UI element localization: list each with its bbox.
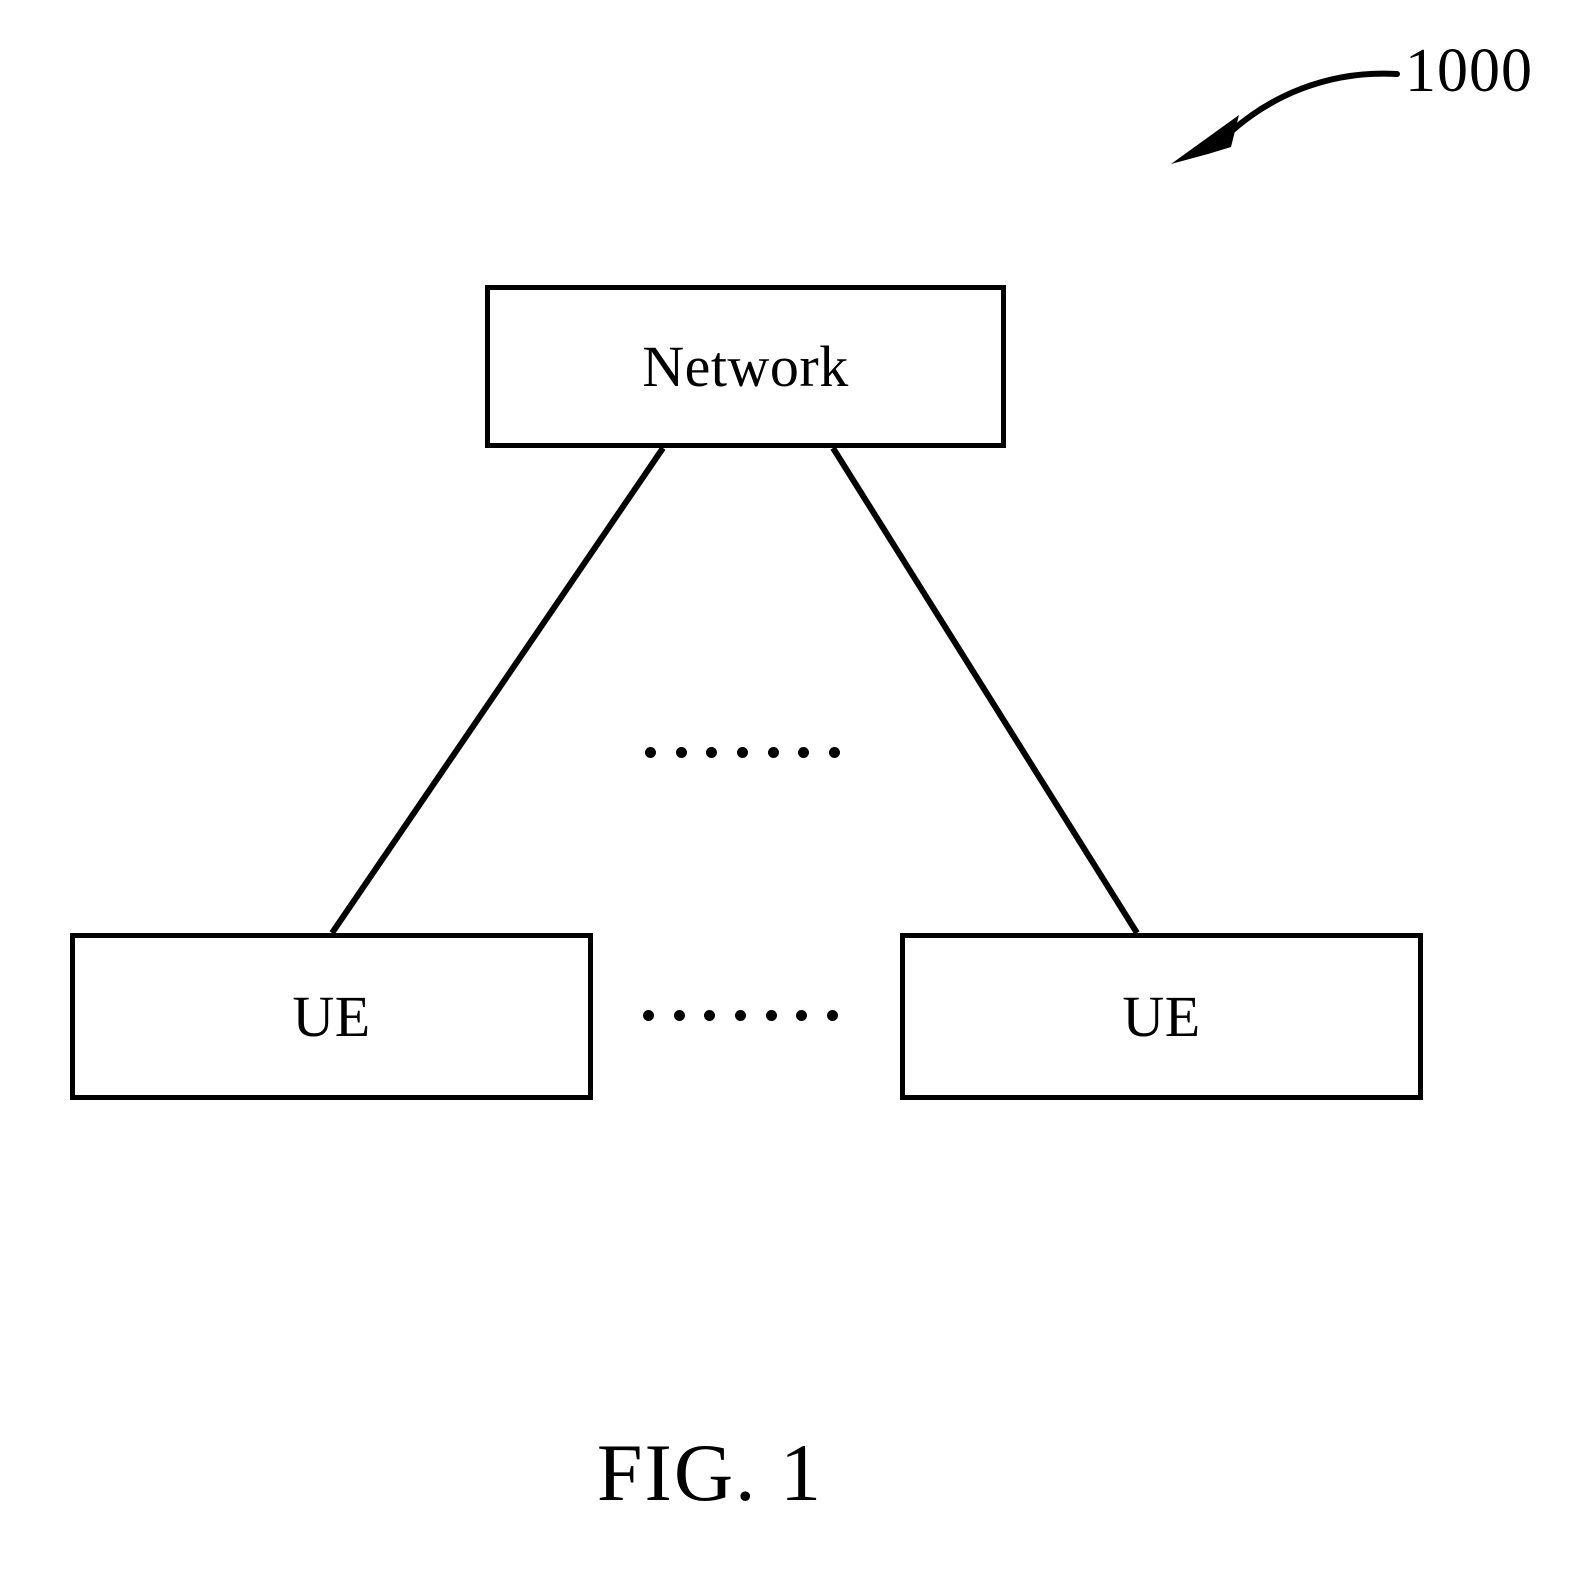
ellipsis-dot [706,746,718,758]
ue-left-node: UE [70,933,593,1100]
network-node-label: Network [642,333,849,399]
ellipsis-dot [826,1009,838,1021]
ellipsis-lower [643,1008,838,1022]
patent-figure: Network UE UE 1000 FIG. 1 [0,0,1596,1590]
ue-left-node-label: UE [292,983,371,1049]
ellipsis-dot [828,746,840,758]
ellipsis-dot [673,1009,685,1021]
ue-right-node-label: UE [1122,983,1201,1049]
ellipsis-dot [645,746,656,758]
ellipsis-dot [675,746,687,758]
ellipsis-dot [736,746,748,758]
network-node: Network [485,285,1006,448]
reference-leader-arrowhead [1171,115,1239,164]
ellipsis-dot [765,1009,777,1021]
figure-caption: FIG. 1 [596,1427,824,1518]
ellipsis-dot [734,1009,746,1021]
ellipsis-dot [704,1009,716,1021]
reference-leader-curve [1219,70,1400,143]
ue-right-node: UE [900,933,1423,1100]
connector-network-to-ue-left [329,446,666,935]
ellipsis-upper [645,745,840,759]
diagram-vector-layer [329,70,1400,935]
connector-network-to-ue-right [830,446,1140,935]
ellipsis-dot [796,1009,808,1021]
ellipsis-dot [798,746,810,758]
ellipsis-dot [643,1009,654,1021]
reference-numeral-1000: 1000 [1405,37,1533,105]
ellipsis-dot [767,746,779,758]
